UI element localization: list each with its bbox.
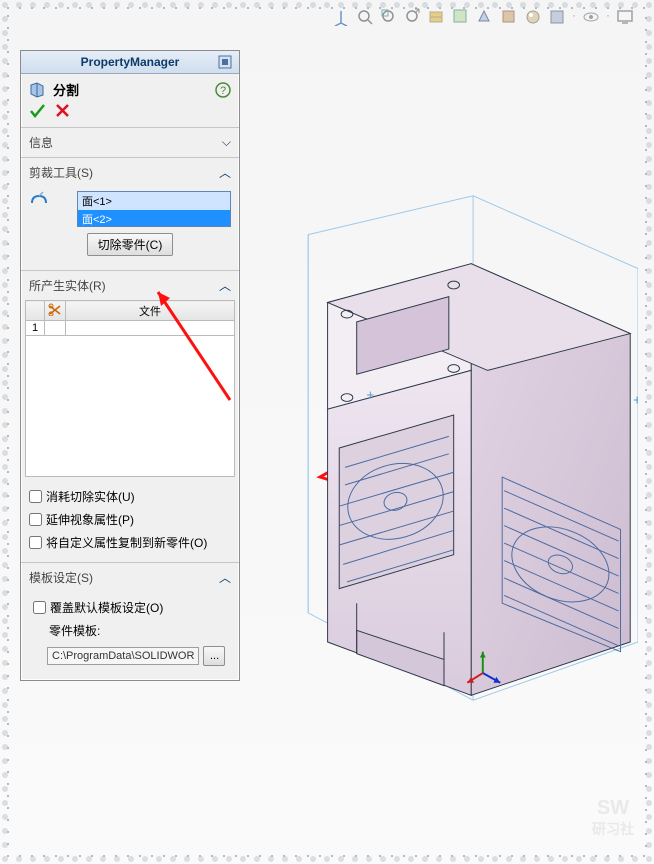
template-path-input[interactable] [47, 647, 199, 665]
scissors-icon [48, 302, 62, 316]
zoom-prev-icon[interactable] [404, 8, 422, 26]
panel-header: PropertyManager [21, 51, 239, 74]
info-section: 信息 ⌵ [21, 127, 239, 157]
bodies-table-empty [25, 336, 235, 477]
extend-checkbox-row: 延伸视象属性(P) [25, 508, 235, 531]
copycustom-checkbox-row: 将自定义属性复制到新零件(O) [25, 531, 235, 554]
trim-tools-section: 剪裁工具(S) ︿ 面<1> 面<2> 切除零件(C) [21, 157, 239, 270]
table-row: 1 [26, 321, 235, 336]
trim-faces-listbox[interactable]: 面<1> 面<2> [77, 191, 231, 227]
extend-checkbox[interactable] [29, 513, 42, 526]
chevron-up-icon[interactable]: ︿ [219, 569, 231, 586]
view-orient-icon[interactable] [452, 8, 470, 26]
monitor-icon[interactable] [616, 8, 634, 26]
visibility-icon[interactable] [582, 8, 600, 26]
zoom-fit-icon[interactable] [356, 8, 374, 26]
split-feature-icon [29, 81, 47, 99]
consume-checkbox[interactable] [29, 490, 42, 503]
svg-text:+: + [366, 387, 374, 402]
copycustom-checkbox[interactable] [29, 536, 42, 549]
resulting-bodies-section: 所产生实体(R) ︿ 文件 1 消耗切除实体(U) 延伸视象属性(P) 将自定义属… [21, 270, 239, 562]
chevron-up-icon[interactable]: ︿ [219, 277, 231, 294]
bodies-table: 文件 1 [25, 300, 235, 336]
watermark: SW研习社 [592, 798, 634, 838]
info-label: 信息 [29, 134, 53, 151]
template-label: 模板设定(S) [29, 569, 93, 586]
appearance-icon[interactable] [524, 8, 542, 26]
template-section: 模板设定(S) ︿ 覆盖默认模板设定(O) 零件模板: ... [21, 562, 239, 680]
list-item[interactable]: 面<2> [78, 210, 230, 227]
col-select[interactable] [45, 301, 66, 321]
browse-button[interactable]: ... [203, 646, 225, 666]
col-index[interactable] [26, 301, 45, 321]
cancel-button[interactable] [55, 103, 71, 119]
pin-icon[interactable] [217, 54, 233, 70]
resulting-bodies-label: 所产生实体(R) [29, 277, 106, 294]
trim-tools-label: 剪裁工具(S) [29, 164, 93, 181]
scene-icon[interactable] [548, 8, 566, 26]
display-style-icon[interactable] [476, 8, 494, 26]
svg-text:+: + [633, 392, 638, 407]
graphics-viewport[interactable]: + + [250, 60, 638, 817]
view-toolbar: · · [332, 8, 634, 26]
zoom-area-icon[interactable] [380, 8, 398, 26]
help-icon[interactable]: ? [215, 82, 231, 98]
section-icon[interactable] [428, 8, 446, 26]
cut-part-button[interactable]: 切除零件(C) [87, 233, 174, 256]
list-item[interactable]: 面<1> [78, 192, 230, 210]
ok-button[interactable] [29, 103, 45, 119]
triad-icon[interactable] [332, 8, 350, 26]
consume-checkbox-row: 消耗切除实体(U) [25, 485, 235, 508]
panel-title: PropertyManager [81, 55, 180, 69]
col-file[interactable]: 文件 [66, 301, 235, 321]
chevron-down-icon[interactable]: ⌵ [222, 135, 231, 150]
override-checkbox-row: 覆盖默认模板设定(O) [29, 596, 231, 619]
part-template-label: 零件模板: [49, 622, 100, 639]
feature-titlebar: 分割 ? [21, 74, 239, 101]
confirm-cancel-row [21, 101, 239, 127]
property-manager-panel: PropertyManager 分割 ? 信息 ⌵ 剪裁工具(S) ︿ 面<1> 面… [20, 50, 240, 681]
override-template-checkbox[interactable] [33, 601, 46, 614]
chevron-up-icon[interactable]: ︿ [219, 164, 231, 181]
hide-show-icon[interactable] [500, 8, 518, 26]
feature-name: 分割 [53, 80, 79, 99]
face-select-icon[interactable] [29, 191, 49, 209]
svg-text:?: ? [220, 85, 226, 97]
